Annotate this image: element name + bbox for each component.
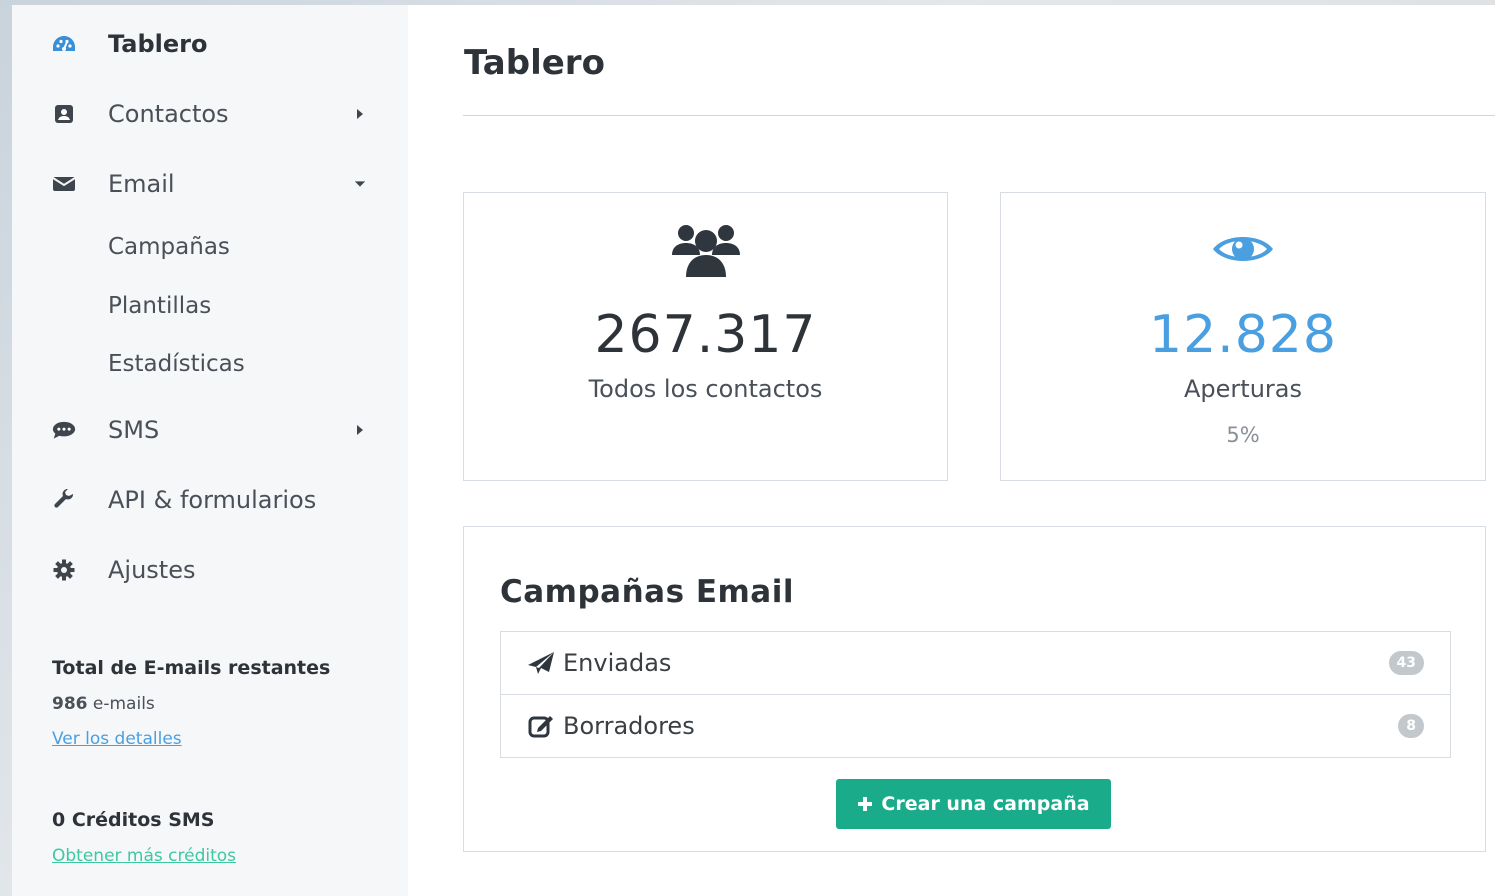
wrench-icon — [52, 488, 76, 512]
emails-count-unit: e-mails — [92, 694, 155, 714]
create-campaign-button[interactable]: Crear una campaña — [836, 779, 1111, 829]
sidebar-item-label: API & formularios — [108, 486, 317, 514]
sidebar-item-label: Contactos — [108, 100, 229, 128]
panel-title: Campañas Email — [500, 574, 794, 610]
page-title: Tablero — [464, 43, 605, 83]
row-label: Enviadas — [563, 649, 672, 677]
eye-icon — [1213, 237, 1273, 261]
emails-remaining-count: 986 e-mails — [52, 694, 155, 714]
sidebar-subitem-campanas[interactable]: Campañas — [108, 234, 230, 260]
address-book-icon — [52, 102, 76, 126]
plus-icon — [858, 797, 873, 811]
sidebar: Tablero Contactos Email Campañas Plantil… — [12, 5, 408, 896]
view-details-link[interactable]: Ver los detalles — [52, 729, 182, 749]
contacts-total-value: 267.317 — [594, 305, 817, 365]
envelope-icon — [52, 172, 76, 196]
chat-icon — [52, 418, 76, 442]
caret-right-icon — [354, 424, 366, 436]
sms-credits-title: 0 Créditos SMS — [52, 809, 215, 831]
create-campaign-label: Crear una campaña — [881, 793, 1090, 815]
users-icon — [671, 225, 740, 277]
opens-card: 12.828 Aperturas 5% — [1000, 192, 1486, 481]
campaigns-list: Enviadas 43 Borradores 8 — [500, 631, 1451, 758]
sidebar-item-contactos[interactable]: Contactos — [12, 89, 408, 139]
sidebar-subitem-plantillas[interactable]: Plantillas — [108, 293, 211, 319]
sidebar-item-ajustes[interactable]: Ajustes — [12, 545, 408, 595]
edit-icon — [527, 712, 555, 740]
email-campaigns-panel: Campañas Email Enviadas 43 Borradores 8 … — [463, 526, 1486, 852]
opens-label: Aperturas — [1184, 375, 1302, 403]
opens-rate: 5% — [1226, 423, 1260, 447]
list-item-enviadas[interactable]: Enviadas 43 — [501, 632, 1450, 694]
get-credits-link[interactable]: Obtener más créditos — [52, 846, 236, 866]
sidebar-item-sms[interactable]: SMS — [12, 405, 408, 455]
count-badge: 8 — [1398, 714, 1424, 738]
row-label: Borradores — [563, 712, 695, 740]
opens-value: 12.828 — [1149, 305, 1337, 365]
dashboard-icon — [52, 32, 76, 56]
count-badge: 43 — [1388, 651, 1424, 675]
sidebar-item-label: SMS — [108, 416, 160, 444]
sidebar-item-api-formularios[interactable]: API & formularios — [12, 475, 408, 525]
contacts-card: 267.317 Todos los contactos — [463, 192, 948, 481]
list-item-borradores[interactable]: Borradores 8 — [501, 694, 1450, 757]
sidebar-item-label: Tablero — [108, 30, 208, 58]
sidebar-item-tablero[interactable]: Tablero — [12, 19, 408, 69]
contacts-total-label: Todos los contactos — [588, 375, 823, 403]
caret-right-icon — [354, 108, 366, 120]
sidebar-subitem-estadisticas[interactable]: Estadísticas — [108, 351, 245, 377]
title-divider — [463, 115, 1495, 116]
sidebar-item-label: Email — [108, 170, 175, 198]
paper-plane-icon — [527, 649, 555, 677]
emails-remaining-title: Total de E-mails restantes — [52, 657, 331, 679]
caret-down-icon — [354, 178, 366, 190]
sidebar-item-label: Ajustes — [108, 556, 196, 584]
main-content: Tablero 267.317 Todos los contactos 12.8… — [408, 5, 1495, 896]
gear-icon — [52, 558, 76, 582]
sidebar-item-email[interactable]: Email — [12, 159, 408, 209]
emails-count-value: 986 — [52, 694, 88, 714]
